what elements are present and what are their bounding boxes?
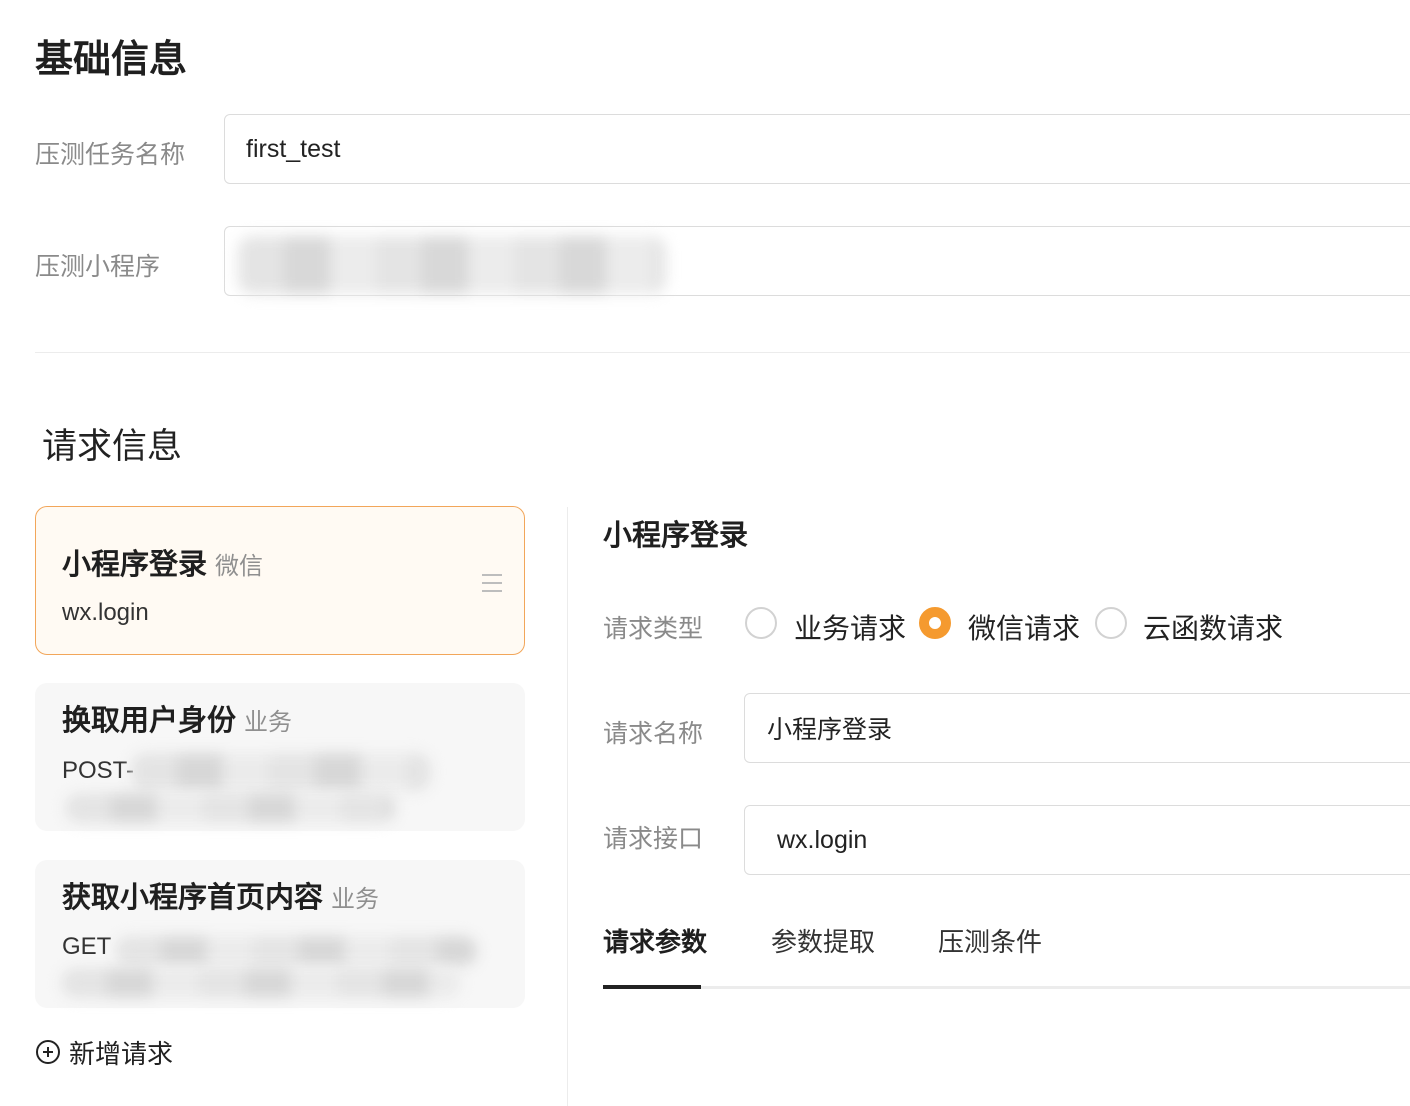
redacted-url-line2 <box>65 793 395 823</box>
basic-info-title: 基础信息 <box>35 39 188 81</box>
request-api-label: 请求接口 <box>603 825 704 853</box>
request-type-label: 请求类型 <box>603 615 704 643</box>
tab-test-conditions[interactable]: 压测条件 <box>938 922 1042 959</box>
request-card-tag: 业务 <box>244 709 293 736</box>
radio-business[interactable] <box>745 607 777 639</box>
redacted-miniprogram-value <box>238 236 666 294</box>
radio-cloud-function-label[interactable]: 云函数请求 <box>1143 607 1283 647</box>
request-card-tag: 业务 <box>331 886 380 913</box>
radio-wechat-label[interactable]: 微信请求 <box>968 607 1080 647</box>
tab-request-params[interactable]: 请求参数 <box>603 922 707 959</box>
request-info-title: 请求信息 <box>42 427 183 466</box>
section-divider <box>35 352 1410 353</box>
drag-handle-icon[interactable] <box>482 574 502 592</box>
request-card-sub: GET <box>62 933 112 960</box>
request-card-sub: POST- <box>62 757 135 784</box>
request-name-label: 请求名称 <box>603 720 704 748</box>
request-card-tag: 微信 <box>215 553 264 580</box>
radio-cloud-function[interactable] <box>1095 607 1127 639</box>
request-card-sub: wx.login <box>62 599 149 626</box>
redacted-url-line2 <box>61 968 461 998</box>
request-name-input[interactable]: 小程序登录 <box>744 693 1410 763</box>
request-card-title: 获取小程序首页内容 <box>62 882 324 914</box>
radio-business-label[interactable]: 业务请求 <box>794 607 906 647</box>
radio-wechat[interactable] <box>919 607 951 639</box>
add-request-label[interactable]: 新增请求 <box>69 1034 173 1071</box>
miniprogram-label: 压测小程序 <box>35 253 161 281</box>
redacted-url <box>115 936 477 966</box>
tab-active-indicator <box>603 985 701 989</box>
task-name-label: 压测任务名称 <box>35 141 186 169</box>
tab-param-extract[interactable]: 参数提取 <box>771 922 875 959</box>
add-request-button[interactable] <box>36 1040 60 1064</box>
vertical-divider <box>567 507 568 1106</box>
tab-bar-track <box>603 986 1410 989</box>
request-card-title: 小程序登录 <box>62 549 208 581</box>
detail-title: 小程序登录 <box>603 520 749 552</box>
task-name-input[interactable]: first_test <box>224 114 1410 184</box>
request-api-input[interactable]: wx.login <box>744 805 1410 875</box>
plus-circle-icon <box>36 1040 60 1064</box>
request-card-user-identity[interactable]: 换取用户身份 业务 POST- <box>35 683 525 831</box>
request-card-login[interactable]: 小程序登录 微信 wx.login <box>35 506 525 655</box>
redacted-url <box>131 753 431 791</box>
request-card-home-content[interactable]: 获取小程序首页内容 业务 GET <box>35 860 525 1008</box>
request-card-title: 换取用户身份 <box>62 705 237 737</box>
request-api-value: wx.login <box>777 825 868 854</box>
request-name-value: 小程序登录 <box>767 716 893 744</box>
task-name-value: first_test <box>246 134 341 163</box>
